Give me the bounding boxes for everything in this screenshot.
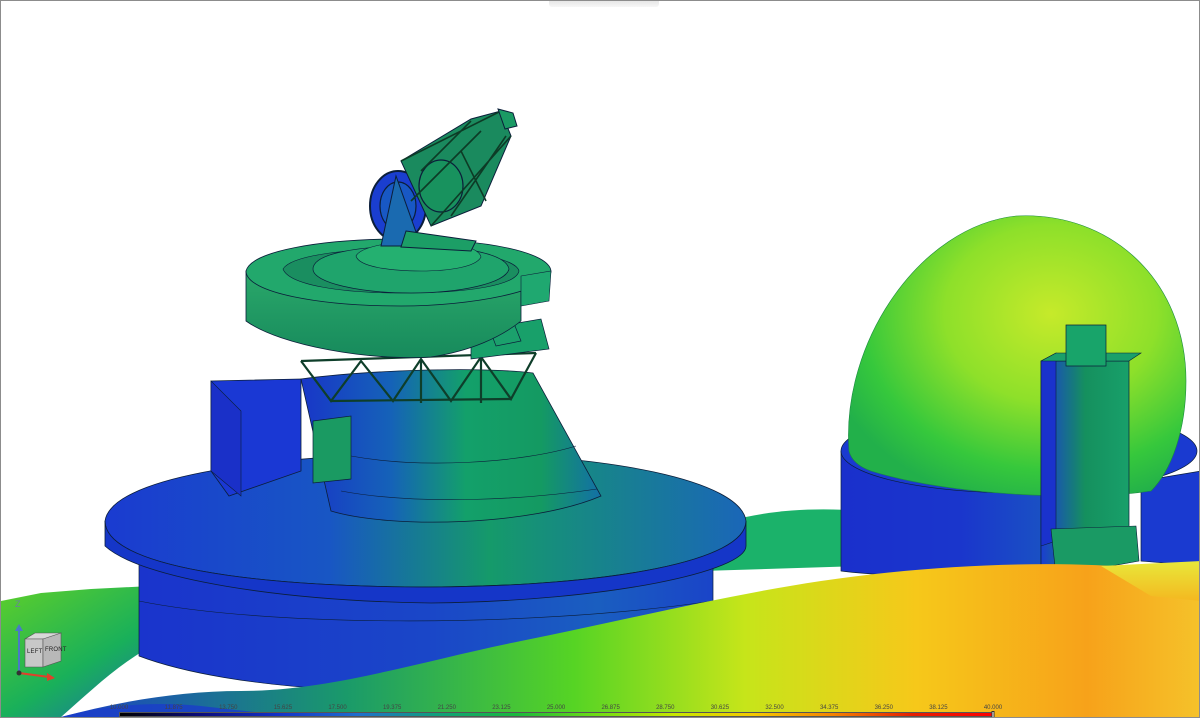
colorbar-gradient xyxy=(119,712,993,717)
colorbar-tick-label: 28.750 xyxy=(656,705,675,711)
axis-z-label: Z xyxy=(15,599,21,609)
small-block xyxy=(312,415,352,484)
colorbar-marker[interactable] xyxy=(991,711,995,717)
cube-face-left[interactable]: LEFT xyxy=(27,649,42,655)
colorbar-tick-label: 23.125 xyxy=(492,705,511,711)
cube-face-front[interactable]: FRONT xyxy=(45,647,67,653)
colorbar-tick-label: 34.375 xyxy=(819,705,839,711)
simulation-scene[interactable] xyxy=(1,1,1200,718)
colorbar-tick-label: 11.875 xyxy=(164,705,183,711)
dome-tower-cap xyxy=(1065,324,1107,367)
colorbar-tick-label: 15.625 xyxy=(273,705,293,711)
3d-viewport[interactable]: Z LEFT FRONT 10.000 11.875 13.750 15.625 17.… xyxy=(0,0,1200,718)
telescope xyxy=(369,108,518,252)
colorbar-tick-label: 17.500 xyxy=(328,705,347,711)
colorbar-tick-label: 25.000 xyxy=(546,705,566,711)
colorbar-tick-label: 10.000 xyxy=(109,705,129,711)
colorbar-ticks: 10.000 11.875 13.750 15.625 17.500 19.375 21.2… xyxy=(110,705,1002,712)
colorbar-tick-label: 21.250 xyxy=(437,705,456,711)
colorbar-tick-label: 13.750 xyxy=(219,705,238,711)
colorbar-tick-label: 26.875 xyxy=(601,705,620,711)
ring-right-edge xyxy=(520,270,552,307)
colorbar-tick-label: 32.500 xyxy=(765,705,784,711)
colorbar-tick-label: 19.375 xyxy=(382,705,402,711)
colorbar-tick-label: 38.125 xyxy=(929,705,948,711)
colorbar-tick-label: 36.250 xyxy=(874,705,893,711)
dome-tower-side xyxy=(1040,352,1057,547)
color-legend: 10.000 11.875 13.750 15.625 17.500 19.375 21.2… xyxy=(110,705,1002,717)
view-cube-icon[interactable]: LEFT FRONT xyxy=(9,623,71,685)
colorbar-tick-label: 30.625 xyxy=(710,705,730,711)
